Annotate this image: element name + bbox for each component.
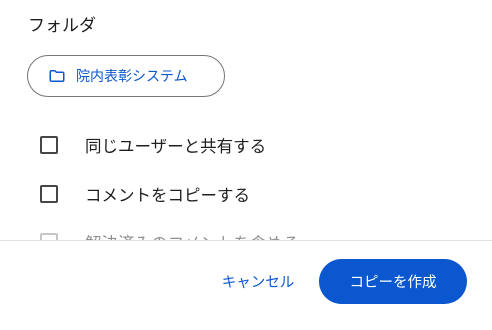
dialog-content[interactable]: フォルダ 院内表彰システム 同じユーザーと共有する コメントをコピーする 解決済…: [0, 0, 492, 240]
option-copy-comments[interactable]: コメントをコピーする: [40, 182, 250, 206]
share-same-users-checkbox[interactable]: [40, 136, 58, 154]
copy-comments-checkbox[interactable]: [40, 185, 58, 203]
share-same-users-label: 同じユーザーと共有する: [85, 137, 267, 156]
cancel-button[interactable]: キャンセル: [208, 259, 308, 303]
make-copy-button[interactable]: コピーを作成: [319, 259, 467, 304]
copy-comments-label: コメントをコピーする: [85, 186, 250, 205]
folder-section-label: フォルダ: [28, 16, 96, 36]
folder-icon: [48, 67, 66, 85]
option-include-resolved-comments[interactable]: 解決済みのコメントを含める: [40, 230, 300, 240]
copy-dialog: フォルダ 院内表彰システム 同じユーザーと共有する コメントをコピーする 解決済…: [0, 0, 492, 330]
option-share-same-users[interactable]: 同じユーザーと共有する: [40, 133, 266, 157]
include-resolved-comments-checkbox[interactable]: [40, 233, 58, 240]
include-resolved-comments-label: 解決済みのコメントを含める: [85, 230, 300, 240]
folder-select-button[interactable]: 院内表彰システム: [27, 55, 225, 97]
folder-name: 院内表彰システム: [76, 69, 188, 85]
